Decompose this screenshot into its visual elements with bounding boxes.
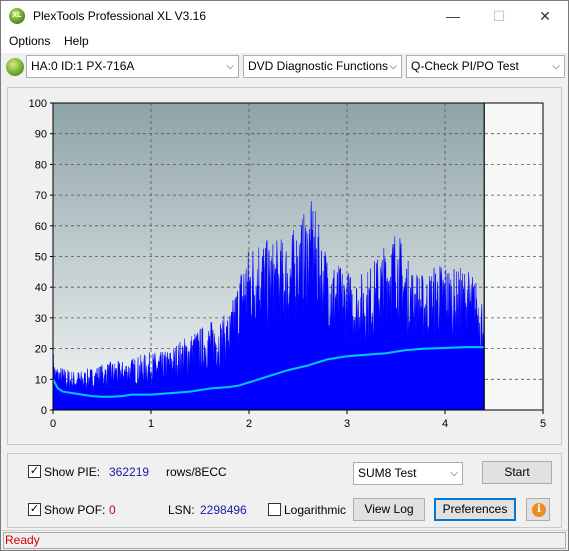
y-tick-label: 90	[35, 129, 47, 141]
preferences-button[interactable]: Preferences	[434, 498, 516, 521]
title-bar[interactable]: XL PlexTools Professional XL V3.16 — ☐ ✕	[1, 1, 568, 31]
y-tick-label: 20	[35, 344, 47, 356]
view-log-button[interactable]: View Log	[353, 498, 425, 521]
maximize-icon[interactable]: ☐	[476, 1, 522, 31]
start-button[interactable]: Start	[482, 461, 552, 484]
drive-icon	[6, 58, 24, 76]
pie-unit: rows/8ECC	[166, 465, 227, 479]
info-button[interactable]: i	[526, 498, 550, 521]
close-icon[interactable]: ✕	[522, 1, 568, 31]
window-title: PlexTools Professional XL V3.16	[33, 9, 206, 23]
status-frame	[3, 532, 566, 549]
function-select[interactable]: DVD Diagnostic Functions ⌵	[243, 55, 402, 78]
y-tick-label: 30	[35, 313, 47, 325]
sum-test-select[interactable]: SUM8 Test ⌵	[353, 462, 463, 485]
menu-help[interactable]: Help	[64, 34, 89, 48]
show-pie-checkbox[interactable]: ✓	[28, 465, 41, 478]
app-logo-icon: XL	[9, 8, 25, 24]
logarithmic-checkbox[interactable]	[268, 503, 281, 516]
logarithmic-label: Logarithmic	[284, 503, 347, 517]
minimize-icon[interactable]: —	[430, 1, 476, 31]
x-tick-label: 2	[246, 418, 252, 430]
y-tick-label: 0	[41, 405, 47, 417]
pi-po-chart: 0 10 20 30 40 50 60 70 80 90 100 0 1 2 3 4 5	[29, 98, 546, 430]
chevron-down-icon: ⌵	[552, 61, 560, 72]
y-tick-label: 70	[35, 190, 47, 202]
y-tick-label: 80	[35, 159, 47, 171]
toolbar: HA:0 ID:1 PX-716A ⌵ DVD Diagnostic Funct…	[1, 53, 568, 81]
menu-bar: Options Help	[1, 31, 568, 53]
menu-options[interactable]: Options	[9, 34, 50, 48]
controls-panel: ✓ Show PIE: 362219 rows/8ECC ✓ Show POF:…	[7, 453, 562, 528]
sum-test-select-value: SUM8 Test	[358, 466, 417, 480]
y-tick-label: 100	[29, 98, 47, 110]
chevron-down-icon: ⌵	[226, 61, 234, 72]
app-window: XL PlexTools Professional XL V3.16 — ☐ ✕…	[0, 0, 569, 551]
lsn-value: 2298496	[200, 503, 247, 517]
info-icon: i	[532, 503, 546, 517]
show-pie-label: Show PIE:	[44, 465, 101, 479]
chevron-down-icon: ⌵	[450, 468, 458, 479]
drive-select[interactable]: HA:0 ID:1 PX-716A ⌵	[26, 55, 239, 78]
y-tick-label: 50	[35, 252, 47, 264]
status-bar: Ready	[1, 530, 568, 550]
test-select-value: Q-Check PI/PO Test	[411, 59, 519, 73]
chart-panel: 0 10 20 30 40 50 60 70 80 90 100 0 1 2 3 4 5	[7, 87, 562, 445]
show-pof-checkbox[interactable]: ✓	[28, 503, 41, 516]
lsn-label: LSN:	[168, 503, 195, 517]
x-tick-label: 3	[344, 418, 350, 430]
x-tick-label: 5	[540, 418, 546, 430]
pie-value: 362219	[109, 465, 150, 479]
drive-select-value: HA:0 ID:1 PX-716A	[31, 59, 135, 73]
x-tick-label: 4	[442, 418, 448, 430]
show-pof-label: Show POF:	[44, 503, 106, 517]
y-tick-label: 60	[35, 221, 47, 233]
chevron-down-icon: ⌵	[389, 61, 397, 72]
y-tick-label: 40	[35, 282, 47, 294]
y-tick-label: 10	[35, 374, 47, 386]
x-tick-label: 1	[148, 418, 154, 430]
pof-value: 0	[109, 503, 116, 517]
status-text: Ready	[5, 533, 40, 547]
test-select[interactable]: Q-Check PI/PO Test ⌵	[406, 55, 565, 78]
x-tick-label: 0	[50, 418, 56, 430]
function-select-value: DVD Diagnostic Functions	[248, 59, 389, 73]
